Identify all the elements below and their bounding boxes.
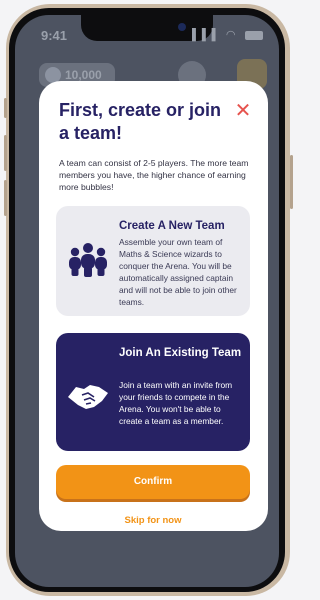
create-team-description: Assemble your own team of Maths & Scienc… xyxy=(119,237,237,307)
modal-title: First, create or join a team! xyxy=(59,100,222,143)
join-team-title: Join An Existing Team xyxy=(119,347,242,359)
create-team-title: Create A New Team xyxy=(119,220,225,232)
bubbles-count: 10,000 xyxy=(65,68,102,82)
close-icon[interactable]: ✕ xyxy=(233,101,253,121)
confirm-button[interactable]: Confirm xyxy=(56,465,250,499)
skip-for-now-link[interactable]: Skip for now xyxy=(56,515,250,526)
phone-volume-down xyxy=(4,180,7,216)
status-bar: 9:41 ▌▌▌ ◠ xyxy=(15,15,279,53)
signal-wifi-icon: ▌▌▌ ◠ xyxy=(192,29,237,41)
status-time: 9:41 xyxy=(41,28,68,43)
phone-power-button xyxy=(290,155,293,209)
phone-screen: 9:41 ▌▌▌ ◠ 10,000 First, create or join … xyxy=(15,15,279,587)
handshake-icon xyxy=(68,385,108,409)
status-icons: ▌▌▌ ◠ xyxy=(192,28,263,41)
phone-volume-up xyxy=(4,135,7,171)
join-team-option[interactable]: Join An Existing Team Join a team with a… xyxy=(56,333,250,451)
team-modal: First, create or join a team! ✕ A team c… xyxy=(39,81,268,531)
battery-icon xyxy=(245,30,263,40)
join-team-description: Join a team with an invite from your fri… xyxy=(119,380,233,426)
modal-description: A team can consist of 2-5 players. The m… xyxy=(59,158,249,192)
camera-icon xyxy=(178,23,186,31)
create-team-option[interactable]: Create A New Team Assemble your own team… xyxy=(56,206,250,316)
phone-side-button xyxy=(4,98,7,118)
team-group-icon xyxy=(69,243,107,277)
